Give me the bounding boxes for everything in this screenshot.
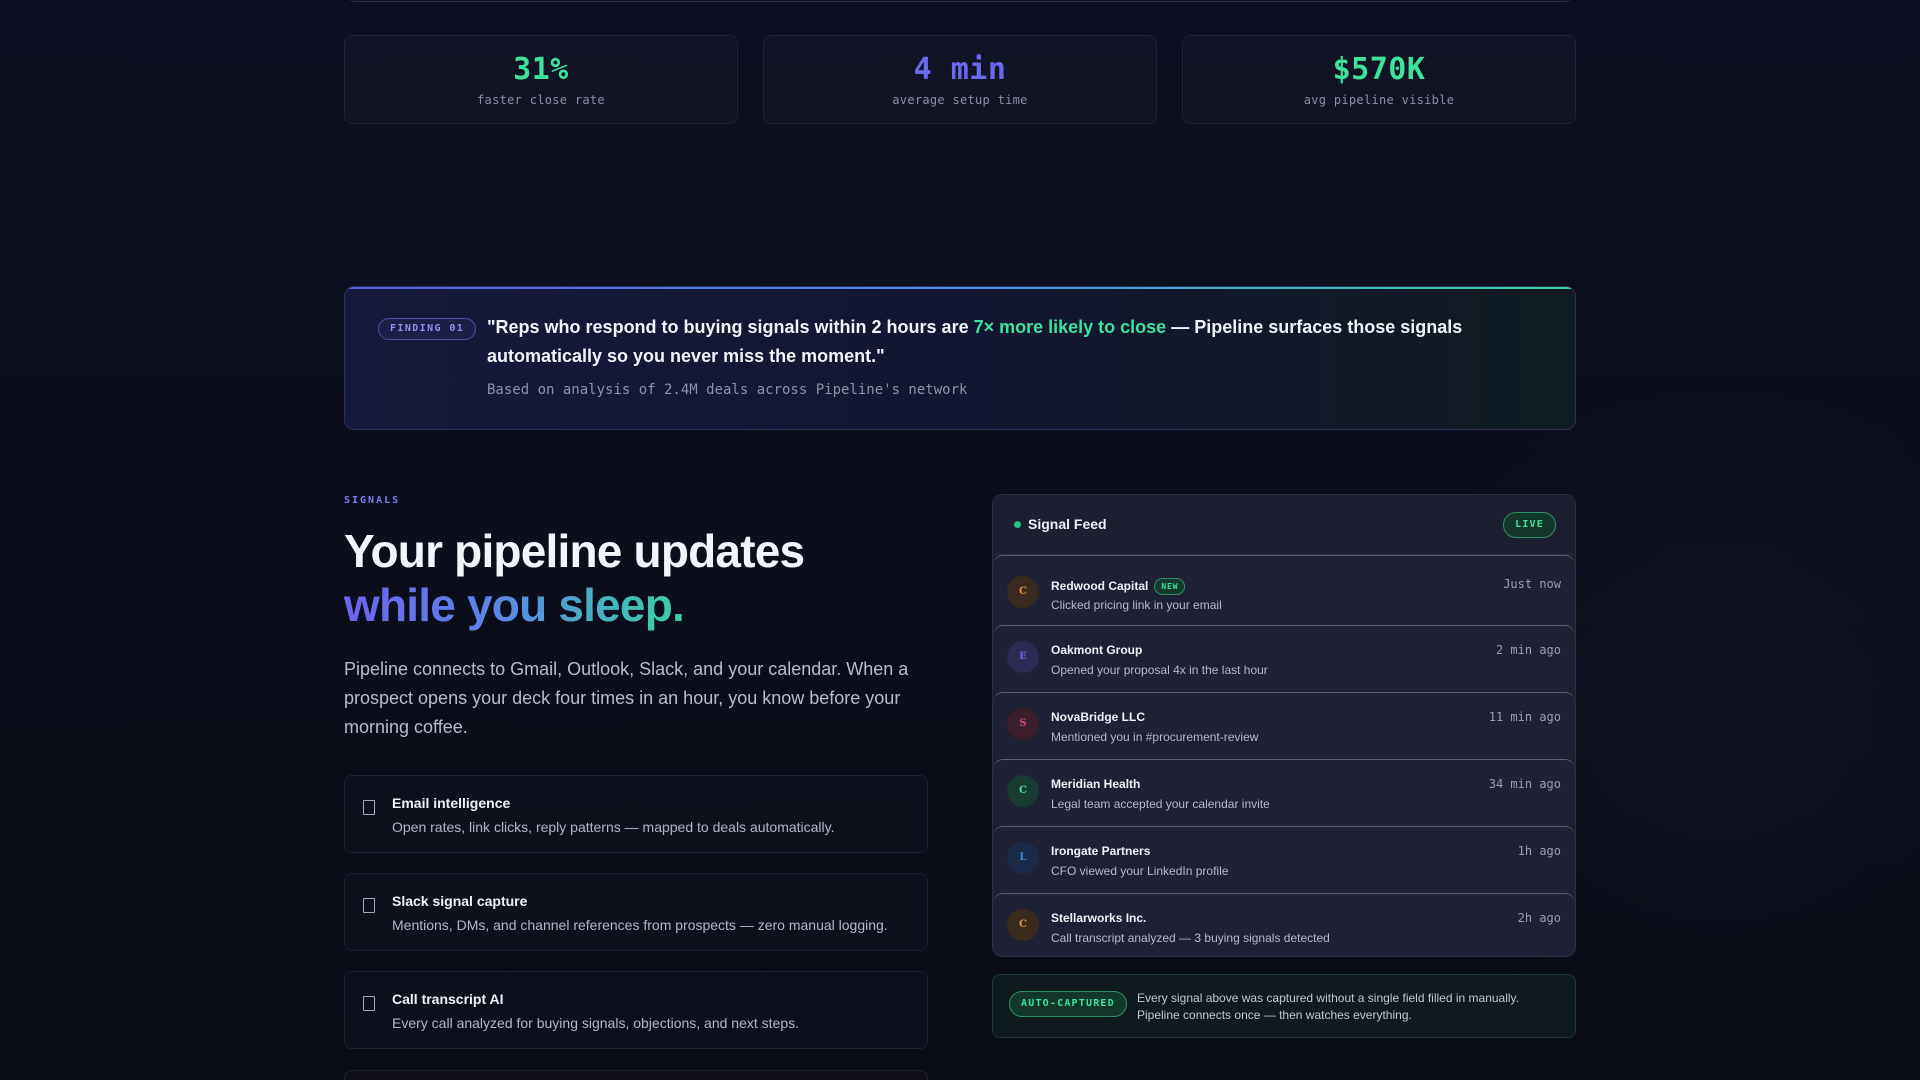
finding-source: Based on analysis of 2.4M deals across P…	[487, 382, 968, 398]
signal-desc: Legal team accepted your calendar invite	[1051, 797, 1270, 811]
feature-card: Call transcript AI Every call analyzed f…	[344, 971, 928, 1049]
avatar: C	[1007, 576, 1039, 608]
auto-captured-note: AUTO-CAPTURED Every signal above was cap…	[992, 974, 1576, 1038]
feed-row[interactable]: C Stellarworks Inc. Call transcript anal…	[993, 893, 1575, 956]
live-dot-icon	[1014, 521, 1021, 528]
stats-row: 31% faster close rate 4 min average setu…	[344, 35, 1576, 124]
feature-card: Slack signal capture Mentions, DMs, and …	[344, 873, 928, 951]
live-badge: LIVE	[1503, 512, 1556, 538]
feature-card-partial	[344, 1070, 928, 1080]
quote-highlight: 7× more likely to close	[973, 317, 1167, 337]
feature-card: Email intelligence Open rates, link clic…	[344, 775, 928, 853]
feature-list: Email intelligence Open rates, link clic…	[344, 775, 928, 1069]
page: 31% faster close rate 4 min average setu…	[0, 0, 1920, 1080]
stat-label: average setup time	[892, 93, 1028, 107]
signal-time: 11 min ago	[1488, 710, 1561, 724]
auto-captured-badge: AUTO-CAPTURED	[1009, 991, 1127, 1017]
signal-time: 34 min ago	[1488, 777, 1561, 791]
feed-row[interactable]: E Oakmont Group Opened your proposal 4x …	[993, 625, 1575, 692]
signal-desc: Call transcript analyzed — 3 buying sign…	[1051, 931, 1330, 945]
headline-gradient-line: while you sleep.	[344, 579, 685, 631]
signal-time: 1h ago	[1517, 844, 1561, 858]
avatar: C	[1007, 775, 1039, 807]
signal-time: Just now	[1503, 577, 1561, 591]
new-badge: NEW	[1154, 578, 1186, 595]
feature-icon	[363, 996, 375, 1011]
signal-time: 2h ago	[1517, 911, 1561, 925]
signal-desc: CFO viewed your LinkedIn profile	[1051, 864, 1229, 878]
section-lead: Pipeline connects to Gmail, Outlook, Sla…	[344, 659, 909, 737]
company-name: Oakmont Group	[1051, 643, 1143, 657]
auto-captured-text: Every signal above was captured without …	[1137, 991, 1519, 1022]
feature-title: Slack signal capture	[392, 893, 528, 909]
feed-row[interactable]: S NovaBridge LLC Mentioned you in #procu…	[993, 692, 1575, 759]
feature-desc: Every call analyzed for buying signals, …	[392, 1015, 800, 1031]
company-name-text: Redwood Capital	[1051, 579, 1149, 593]
avatar: L	[1007, 842, 1039, 874]
feed-row[interactable]: L Irongate Partners CFO viewed your Link…	[993, 826, 1575, 893]
signal-desc: Clicked pricing link in your email	[1051, 598, 1222, 612]
stat-value: $570K	[1332, 52, 1426, 87]
stat-label: faster close rate	[477, 93, 605, 107]
feature-icon	[363, 898, 375, 913]
stat-card: 4 min average setup time	[763, 35, 1157, 124]
avatar: C	[1007, 909, 1039, 941]
finding-callout: FINDING 01 "Reps who respond to buying s…	[344, 286, 1576, 430]
feature-title: Email intelligence	[392, 795, 511, 811]
stat-label: avg pipeline visible	[1303, 93, 1455, 107]
quote-text: "Reps who respond to buying signals with…	[487, 317, 974, 337]
feature-desc: Mentions, DMs, and channel references fr…	[392, 917, 888, 933]
finding-quote: "Reps who respond to buying signals with…	[487, 313, 1517, 371]
avatar: E	[1007, 641, 1039, 673]
signal-time: 2 min ago	[1495, 643, 1561, 657]
signal-desc: Mentioned you in #procurement-review	[1051, 730, 1259, 744]
signal-feed: Signal Feed LIVE C Redwood Capital NEW Cl…	[992, 494, 1576, 957]
company-name: Meridian Health	[1051, 777, 1141, 791]
section-headline: Your pipeline updates while you sleep.	[344, 524, 805, 632]
headline-line: Your pipeline updates	[344, 525, 805, 577]
stat-value: 31%	[513, 52, 569, 87]
feed-row[interactable]: C Redwood Capital NEW Clicked pricing lin…	[993, 555, 1575, 625]
stat-card: 31% faster close rate	[344, 35, 738, 124]
feed-row[interactable]: C Meridian Health Legal team accepted yo…	[993, 759, 1575, 826]
signal-desc: Opened your proposal 4x in the last hour	[1051, 663, 1268, 677]
avatar: S	[1007, 708, 1039, 740]
company-name: Stellarworks Inc.	[1051, 911, 1147, 925]
feature-title: Call transcript AI	[392, 991, 504, 1007]
feature-desc: Open rates, link clicks, reply patterns …	[392, 819, 835, 835]
company-name: Redwood Capital NEW	[1051, 578, 1186, 595]
feature-icon	[363, 800, 375, 815]
company-name: NovaBridge LLC	[1051, 710, 1146, 724]
feed-title: Signal Feed	[1028, 516, 1107, 532]
stat-value: 4 min	[913, 52, 1007, 87]
stat-card: $570K avg pipeline visible	[1182, 35, 1576, 124]
previous-section-edge	[350, 0, 1570, 2]
section-eyebrow: SIGNALS	[344, 495, 401, 506]
feed-header: Signal Feed LIVE	[993, 495, 1575, 555]
company-name: Irongate Partners	[1051, 844, 1151, 858]
finding-badge: FINDING 01	[378, 318, 477, 340]
